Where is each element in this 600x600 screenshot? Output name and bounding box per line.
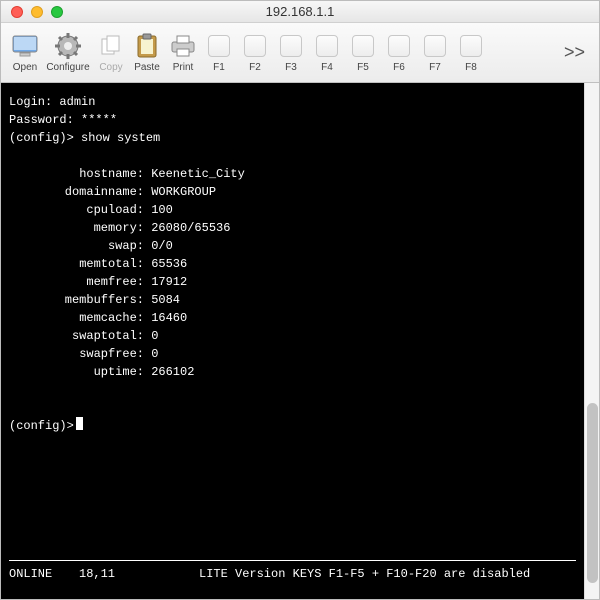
field-key: domainname: (9, 183, 144, 201)
status-position: 18,11 (79, 567, 149, 581)
terminal-area: Login: admin Password: ***** (config)> s… (1, 83, 599, 599)
field-key: cpuload: (9, 201, 144, 219)
field-key: memtotal: (9, 255, 144, 273)
prompt: (config)> (9, 417, 74, 435)
prompt: (config)> (9, 131, 74, 145)
print-icon (169, 32, 197, 60)
terminal[interactable]: Login: admin Password: ***** (config)> s… (1, 83, 584, 599)
field-value: 100 (151, 203, 173, 217)
field-key: memfree: (9, 273, 144, 291)
system-field: memtotal: 65536 (9, 255, 576, 273)
password-value: ***** (81, 113, 117, 127)
f6-button[interactable]: F6 (381, 26, 417, 80)
login-value: admin (59, 95, 95, 109)
status-message: LITE Version KEYS F1-F5 + F10-F20 are di… (149, 567, 576, 581)
toolbar: Open Configure (1, 23, 599, 83)
f3-button[interactable]: F3 (273, 26, 309, 80)
fkey-icon (421, 32, 449, 60)
copy-button[interactable]: Copy (93, 26, 129, 80)
field-value: 0 (151, 329, 158, 343)
system-field: hostname: Keenetic_City (9, 165, 576, 183)
field-key: swapfree: (9, 345, 144, 363)
paste-button[interactable]: Paste (129, 26, 165, 80)
field-key: uptime: (9, 363, 144, 381)
fkey-icon (457, 32, 485, 60)
print-button[interactable]: Print (165, 26, 201, 80)
f1-button[interactable]: F1 (201, 26, 237, 80)
system-field: uptime: 266102 (9, 363, 576, 381)
field-key: hostname: (9, 165, 144, 183)
status-state: ONLINE (9, 567, 79, 581)
field-value: 26080/65536 (151, 221, 230, 235)
monitor-icon (11, 32, 39, 60)
field-key: swaptotal: (9, 327, 144, 345)
status-bar: ONLINE 18,11 LITE Version KEYS F1-F5 + F… (9, 560, 576, 581)
scrollbar[interactable] (584, 83, 599, 599)
f8-button[interactable]: F8 (453, 26, 489, 80)
configure-button[interactable]: Configure (43, 26, 93, 80)
field-value: 0 (151, 347, 158, 361)
field-value: Keenetic_City (151, 167, 245, 181)
system-field: memory: 26080/65536 (9, 219, 576, 237)
copy-icon (97, 32, 125, 60)
system-field: swap: 0/0 (9, 237, 576, 255)
window-title: 192.168.1.1 (1, 4, 599, 19)
field-value: WORKGROUP (151, 185, 216, 199)
minimize-icon[interactable] (31, 6, 43, 18)
fkey-icon (385, 32, 413, 60)
fkey-icon (205, 32, 233, 60)
field-value: 0/0 (151, 239, 173, 253)
app-window: 192.168.1.1 Open (0, 0, 600, 600)
field-value: 266102 (151, 365, 194, 379)
field-value: 5084 (151, 293, 180, 307)
field-key: membuffers: (9, 291, 144, 309)
open-button[interactable]: Open (7, 26, 43, 80)
system-field: memfree: 17912 (9, 273, 576, 291)
cursor-icon (76, 417, 83, 430)
paste-icon (133, 32, 161, 60)
gear-icon (54, 32, 82, 60)
system-field: memcache: 16460 (9, 309, 576, 327)
login-label: Login: (9, 95, 59, 109)
system-field: domainname: WORKGROUP (9, 183, 576, 201)
fkey-icon (313, 32, 341, 60)
field-key: memcache: (9, 309, 144, 327)
system-field: membuffers: 5084 (9, 291, 576, 309)
system-field: swapfree: 0 (9, 345, 576, 363)
fkey-icon (277, 32, 305, 60)
f5-button[interactable]: F5 (345, 26, 381, 80)
field-key: swap: (9, 237, 144, 255)
scrollbar-thumb[interactable] (587, 403, 598, 583)
system-field: cpuload: 100 (9, 201, 576, 219)
system-field: swaptotal: 0 (9, 327, 576, 345)
fkey-icon (349, 32, 377, 60)
field-key: memory: (9, 219, 144, 237)
zoom-icon[interactable] (51, 6, 63, 18)
close-icon[interactable] (11, 6, 23, 18)
password-label: Password: (9, 113, 81, 127)
titlebar: 192.168.1.1 (1, 1, 599, 23)
f4-button[interactable]: F4 (309, 26, 345, 80)
command: show system (81, 131, 160, 145)
field-value: 65536 (151, 257, 187, 271)
field-value: 17912 (151, 275, 187, 289)
f2-button[interactable]: F2 (237, 26, 273, 80)
overflow-button[interactable]: >> (564, 42, 593, 63)
f7-button[interactable]: F7 (417, 26, 453, 80)
field-value: 16460 (151, 311, 187, 325)
fkey-icon (241, 32, 269, 60)
window-controls (1, 6, 63, 18)
